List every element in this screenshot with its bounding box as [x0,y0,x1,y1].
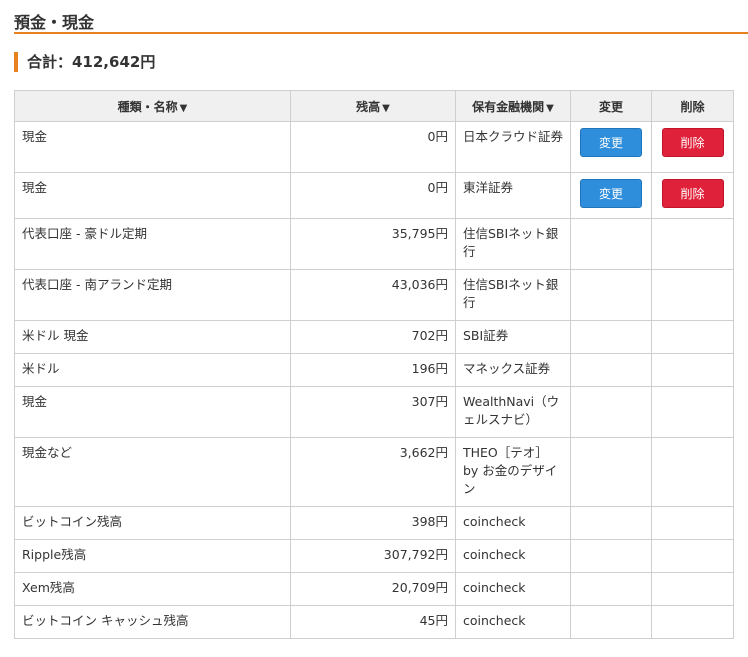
delete-cell [651,506,734,540]
edit-cell [570,386,652,438]
column-header-institution-label: 保有金融機関 [472,99,545,114]
edit-button[interactable]: 変更 [580,179,642,208]
delete-cell [651,386,734,438]
column-header-institution[interactable]: 保有金融機関 ▼ [455,90,571,122]
table-row: Ripple残高 307,792円 coincheck [14,539,734,573]
table-row: 代表口座 - 南アランド定期 43,036円 住信SBIネット銀行 [14,269,734,321]
table-row: 現金 307円 WealthNavi（ウェルスナビ） [14,386,734,438]
edit-cell [570,437,652,507]
edit-cell [570,320,652,354]
edit-cell [570,539,652,573]
edit-cell [570,572,652,606]
column-header-name-label: 種類・名称 [117,99,178,114]
delete-cell [651,218,734,270]
balance-cell: 45円 [290,605,456,639]
account-name-cell: 代表口座 - 豪ドル定期 [14,218,291,270]
delete-cell [651,269,734,321]
edit-cell [570,269,652,321]
total-amount: 合計：412,642円 [14,52,155,72]
account-name-cell: Ripple残高 [14,539,291,573]
edit-cell [570,506,652,540]
account-name-cell: 代表口座 - 南アランド定期 [14,269,291,321]
balance-cell: 702円 [290,320,456,354]
delete-cell [651,605,734,639]
balance-cell: 307,792円 [290,539,456,573]
account-name-cell: 米ドル 現金 [14,320,291,354]
edit-cell [570,218,652,270]
balance-cell: 43,036円 [290,269,456,321]
delete-button[interactable]: 削除 [661,128,724,157]
edit-cell: 変更 [570,121,652,173]
institution-cell: SBI証券 [455,320,571,354]
account-name-cell: 現金 [14,121,291,173]
account-name-cell: ビットコイン キャッシュ残高 [14,605,291,639]
column-header-name[interactable]: 種類・名称 ▼ [14,90,291,122]
balance-cell: 0円 [290,121,456,173]
table-row: 米ドル 現金 702円 SBI証券 [14,320,734,354]
table-row: ビットコイン残高 398円 coincheck [14,506,734,540]
edit-cell [570,605,652,639]
institution-cell: 東洋証券 [455,172,571,219]
table-row: Xem残高 20,709円 coincheck [14,572,734,606]
section-header: 預金・現金 [14,0,748,34]
balance-cell: 20,709円 [290,572,456,606]
account-name-cell: 現金 [14,386,291,438]
edit-cell: 変更 [570,172,652,219]
table-row: 現金 0円 日本クラウド証券 変更 削除 [14,121,734,173]
delete-cell: 削除 [651,121,734,173]
delete-cell [651,539,734,573]
institution-cell: coincheck [455,506,571,540]
delete-cell [651,353,734,387]
table-row: 現金など 3,662円 THEO［テオ］by お金のデザイン [14,437,734,507]
institution-cell: coincheck [455,539,571,573]
column-header-delete: 削除 [651,90,734,122]
account-name-cell: ビットコイン残高 [14,506,291,540]
account-name-cell: 現金 [14,172,291,219]
table-row: ビットコイン キャッシュ残高 45円 coincheck [14,605,734,639]
account-name-cell: Xem残高 [14,572,291,606]
institution-cell: coincheck [455,572,571,606]
table-row: 代表口座 - 豪ドル定期 35,795円 住信SBIネット銀行 [14,218,734,270]
delete-cell [651,437,734,507]
institution-cell: 日本クラウド証券 [455,121,571,173]
assets-table: 種類・名称 ▼ 残高 ▼ 保有金融機関 ▼ 変更 削除 現金 0円 日本クラウド証券 変更削… [14,90,734,639]
balance-cell: 0円 [290,172,456,219]
sort-down-icon[interactable]: ▼ [546,103,554,114]
edit-cell [570,353,652,387]
sort-down-icon[interactable]: ▼ [382,103,390,114]
column-header-balance[interactable]: 残高 ▼ [290,90,456,122]
institution-cell: WealthNavi（ウェルスナビ） [455,386,571,438]
balance-cell: 3,662円 [290,437,456,507]
institution-cell: 住信SBIネット銀行 [455,269,571,321]
delete-button[interactable]: 削除 [661,179,724,208]
delete-cell: 削除 [651,172,734,219]
sort-down-icon[interactable]: ▼ [180,103,188,114]
balance-cell: 196円 [290,353,456,387]
institution-cell: 住信SBIネット銀行 [455,218,571,270]
account-name-cell: 現金など [14,437,291,507]
institution-cell: coincheck [455,605,571,639]
table-row: 米ドル 196円 マネックス証券 [14,353,734,387]
balance-cell: 307円 [290,386,456,438]
edit-button[interactable]: 変更 [580,128,642,157]
account-name-cell: 米ドル [14,353,291,387]
column-header-edit: 変更 [570,90,652,122]
table-row: 現金 0円 東洋証券 変更 削除 [14,172,734,219]
delete-cell [651,320,734,354]
balance-cell: 35,795円 [290,218,456,270]
section-title: 預金・現金 [14,13,95,32]
institution-cell: マネックス証券 [455,353,571,387]
delete-cell [651,572,734,606]
institution-cell: THEO［テオ］by お金のデザイン [455,437,571,507]
balance-cell: 398円 [290,506,456,540]
table-header-row: 種類・名称 ▼ 残高 ▼ 保有金融機関 ▼ 変更 削除 [14,90,734,122]
column-header-balance-label: 残高 [356,99,381,114]
